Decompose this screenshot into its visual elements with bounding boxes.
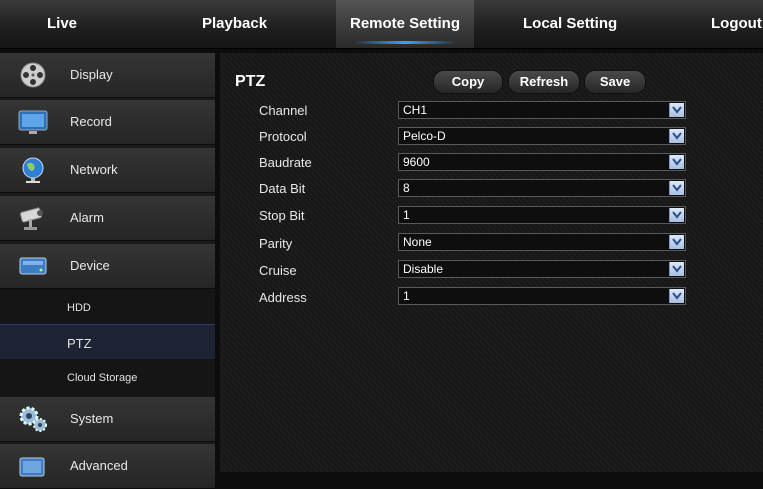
data-bit-label: Data Bit [259,181,306,196]
sidebar-item-label: Advanced [70,458,128,473]
sidebar-item-network[interactable]: Network [0,148,215,193]
sidebar-subitem-ptz[interactable]: PTZ [0,324,215,364]
globe-icon [18,156,48,184]
sidebar-item-device[interactable]: Device [0,244,215,289]
refresh-button[interactable]: Refresh [508,70,580,94]
sidebar-subitem-hdd[interactable]: HDD [0,289,215,328]
cruise-value: Disable [403,262,444,276]
address-value: 1 [403,289,410,303]
channel-select[interactable]: CH1 [398,101,686,119]
channel-value: CH1 [403,103,428,117]
chevron-down-icon[interactable] [669,208,684,222]
stop-bit-label: Stop Bit [259,208,305,223]
sidebar-item-display[interactable]: Display [0,53,215,98]
address-label: Address [259,290,307,305]
sidebar-item-label: Network [70,162,118,177]
sidebar-item-record[interactable]: Record [0,100,215,145]
protocol-value: Pelco-D [403,129,446,143]
parity-select[interactable]: None [398,233,686,251]
cruise-label: Cruise [259,263,297,278]
cctv-camera-icon [18,204,48,232]
sidebar-item-advanced[interactable]: Advanced [0,444,215,489]
sidebar-item-alarm[interactable]: Alarm [0,196,215,241]
tab-remote-setting[interactable]: Remote Setting [336,0,474,48]
chevron-down-icon[interactable] [669,262,684,276]
save-button[interactable]: Save [584,70,646,94]
chevron-down-icon[interactable] [669,129,684,143]
sidebar-item-label: Record [70,114,112,129]
sidebar-subitem-label: HDD [67,302,91,314]
hard-drive-icon [18,252,48,280]
data-bit-value: 8 [403,181,410,195]
gears-icon [18,405,48,433]
sidebar-subitem-label: PTZ [67,336,92,351]
protocol-label: Protocol [259,129,307,144]
copy-button[interactable]: Copy [433,70,503,94]
tab-live[interactable]: Live [47,0,77,48]
sidebar-subitem-cloud-storage[interactable]: Cloud Storage [0,359,215,398]
parity-value: None [403,235,432,249]
channel-label: Channel [259,103,308,118]
top-navigation: Live Playback Remote Setting Local Setti… [0,0,763,49]
baudrate-select[interactable]: 9600 [398,153,686,171]
tab-logout[interactable]: Logout [711,0,762,48]
monitor-icon [18,108,48,136]
sidebar-item-label: Alarm [70,210,104,225]
sidebar-subitem-label: Cloud Storage [67,372,138,384]
chevron-down-icon[interactable] [669,235,684,249]
protocol-select[interactable]: Pelco-D [398,127,686,145]
sidebar-item-label: Device [70,258,110,273]
chevron-down-icon[interactable] [669,289,684,303]
sidebar-item-system[interactable]: System [0,397,215,442]
film-reel-icon [18,61,48,89]
advanced-icon [18,452,48,480]
baudrate-value: 9600 [403,155,430,169]
data-bit-select[interactable]: 8 [398,179,686,197]
sidebar-item-label: System [70,411,114,426]
tab-playback[interactable]: Playback [202,0,267,48]
stop-bit-value: 1 [403,208,410,222]
sidebar: Display Record Network Alarm Device HDD … [0,53,215,489]
page-title: PTZ [235,73,266,90]
parity-label: Parity [259,236,293,251]
chevron-down-icon[interactable] [669,181,684,195]
cruise-select[interactable]: Disable [398,260,686,278]
sidebar-item-label: Display [70,67,113,82]
stop-bit-select[interactable]: 1 [398,206,686,224]
chevron-down-icon[interactable] [669,155,684,169]
tab-local-setting[interactable]: Local Setting [523,0,617,48]
address-select[interactable]: 1 [398,287,686,305]
chevron-down-icon[interactable] [669,103,684,117]
ptz-settings-panel: PTZ Copy Refresh Save Channel CH1 Protoc… [220,53,763,472]
baudrate-label: Baudrate [259,155,312,170]
